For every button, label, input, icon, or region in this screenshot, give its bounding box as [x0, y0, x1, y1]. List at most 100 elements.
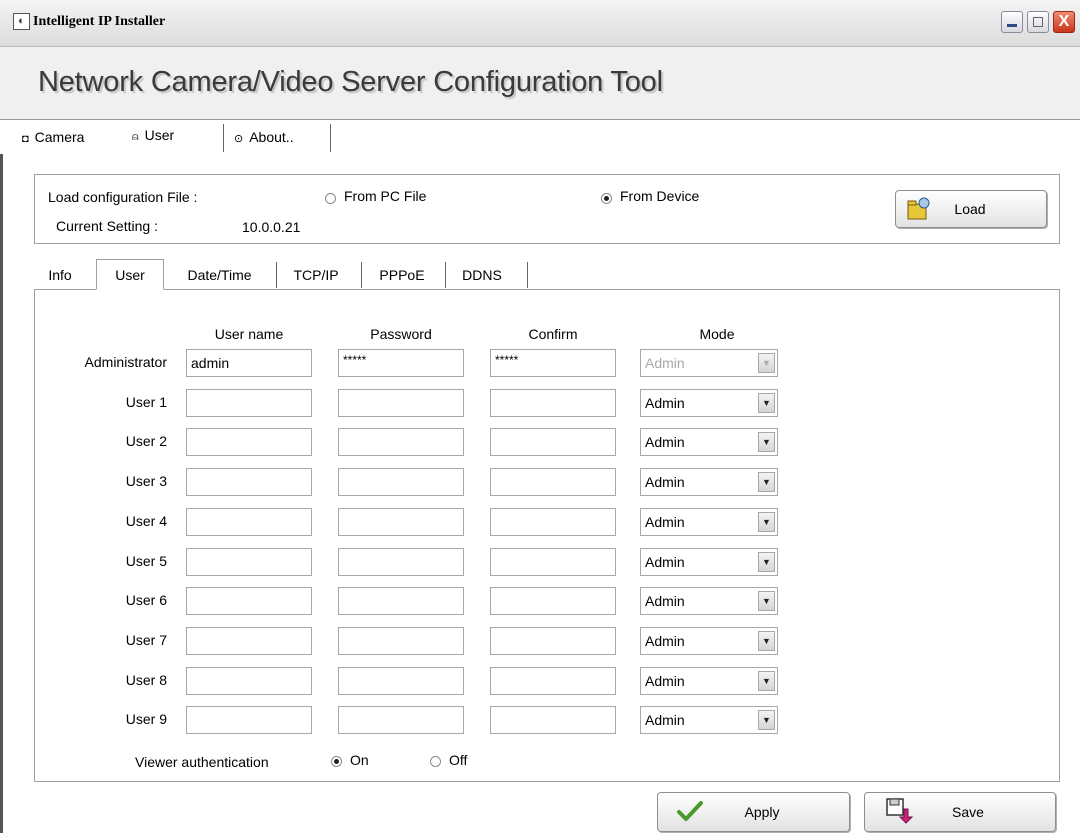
- col-header-confirm: Confirm: [528, 326, 578, 342]
- chevron-down-icon[interactable]: ▼: [758, 671, 775, 691]
- close-button[interactable]: X: [1053, 11, 1075, 33]
- viewer-auth-on-radio[interactable]: [331, 756, 342, 767]
- subtab-tcpip[interactable]: TCP/IP: [280, 260, 352, 290]
- username-field[interactable]: [186, 508, 312, 536]
- viewer-auth-on-label: On: [350, 752, 369, 768]
- confirm-field[interactable]: [490, 667, 616, 695]
- chevron-down-icon[interactable]: ▼: [758, 512, 775, 532]
- confirm-field[interactable]: [490, 627, 616, 655]
- mode-select-value: Admin: [645, 474, 685, 490]
- username-field[interactable]: [186, 627, 312, 655]
- mode-select[interactable]: Admin ▼: [640, 587, 778, 615]
- password-field[interactable]: [338, 548, 464, 576]
- camera-icon: ◘: [22, 133, 29, 145]
- user-row-label: User 3: [125, 473, 167, 489]
- user-row-label: User 4: [125, 513, 167, 529]
- viewer-auth-off-label: Off: [449, 752, 468, 768]
- apply-button-label: Apply: [744, 804, 780, 820]
- from-pc-label: From PC File: [344, 188, 427, 204]
- confirm-field[interactable]: [490, 706, 616, 734]
- app-icon: ◐: [13, 13, 30, 30]
- password-field[interactable]: *****: [338, 349, 464, 377]
- from-pc-radio[interactable]: [325, 193, 336, 204]
- confirm-field[interactable]: [490, 468, 616, 496]
- confirm-field[interactable]: [490, 548, 616, 576]
- username-field[interactable]: [186, 428, 312, 456]
- username-field[interactable]: admin: [186, 349, 312, 377]
- chevron-down-icon[interactable]: ▼: [758, 591, 775, 611]
- username-field[interactable]: [186, 667, 312, 695]
- mode-select[interactable]: Admin ▼: [640, 627, 778, 655]
- user-row-label: User 6: [125, 592, 167, 608]
- mode-select[interactable]: Admin ▼: [640, 389, 778, 417]
- password-field[interactable]: [338, 428, 464, 456]
- chevron-down-icon[interactable]: ▼: [758, 432, 775, 452]
- username-field[interactable]: [186, 389, 312, 417]
- confirm-field[interactable]: [490, 389, 616, 417]
- chevron-down-icon[interactable]: ▼: [758, 631, 775, 651]
- page-title: Network Camera/Video Server Configuratio…: [38, 66, 663, 98]
- tab-separator: [223, 124, 224, 152]
- confirm-field[interactable]: [490, 428, 616, 456]
- window-left-edge: [0, 120, 3, 833]
- mode-select[interactable]: Admin ▼: [640, 508, 778, 536]
- tab-user[interactable]: ⍝ User: [132, 120, 174, 150]
- user-icon: ⍝: [132, 131, 139, 143]
- tab-separator: [330, 124, 331, 152]
- password-field[interactable]: [338, 627, 464, 655]
- password-field[interactable]: [338, 468, 464, 496]
- subtab-ddns[interactable]: DDNS: [448, 260, 516, 290]
- mode-select[interactable]: Admin ▼: [640, 428, 778, 456]
- mode-select[interactable]: Admin ▼: [640, 667, 778, 695]
- subtab-separator: [445, 262, 446, 288]
- subtab-separator: [276, 262, 277, 288]
- mode-select-value: Admin: [645, 395, 685, 411]
- subtab-pppoe[interactable]: PPPoE: [364, 260, 440, 290]
- mode-select-value: Admin: [645, 514, 685, 530]
- password-field[interactable]: [338, 508, 464, 536]
- current-setting-label: Current Setting :: [56, 218, 158, 234]
- load-button[interactable]: Load: [895, 190, 1047, 228]
- from-device-radio[interactable]: [601, 193, 612, 204]
- current-setting-value: 10.0.0.21: [242, 219, 301, 235]
- username-field[interactable]: [186, 587, 312, 615]
- chevron-down-icon[interactable]: ▼: [758, 710, 775, 730]
- confirm-field[interactable]: [490, 587, 616, 615]
- chevron-down-icon[interactable]: ▼: [758, 393, 775, 413]
- username-field[interactable]: [186, 468, 312, 496]
- maximize-button[interactable]: [1027, 11, 1049, 33]
- confirm-field[interactable]: [490, 508, 616, 536]
- mode-select-value: Admin: [645, 593, 685, 609]
- viewer-auth-label: Viewer authentication: [135, 754, 269, 770]
- mode-select[interactable]: Admin ▼: [640, 706, 778, 734]
- subtab-datetime[interactable]: Date/Time: [168, 260, 271, 290]
- username-field[interactable]: [186, 548, 312, 576]
- chevron-down-icon[interactable]: ▼: [758, 353, 775, 373]
- checkmark-icon: [677, 801, 703, 821]
- chevron-down-icon[interactable]: ▼: [758, 472, 775, 492]
- chevron-down-icon[interactable]: ▼: [758, 552, 775, 572]
- mode-select-value: Admin: [645, 673, 685, 689]
- confirm-field[interactable]: *****: [490, 349, 616, 377]
- minimize-button[interactable]: [1001, 11, 1023, 33]
- mode-select[interactable]: Admin ▼: [640, 468, 778, 496]
- viewer-auth-off-radio[interactable]: [430, 756, 441, 767]
- apply-button[interactable]: Apply: [657, 792, 850, 832]
- subtab-info[interactable]: Info: [38, 260, 82, 290]
- mode-select-value: Admin: [645, 554, 685, 570]
- password-field[interactable]: [338, 667, 464, 695]
- password-field[interactable]: [338, 706, 464, 734]
- subtab-user[interactable]: User: [96, 259, 164, 290]
- load-button-label: Load: [954, 201, 986, 217]
- username-field[interactable]: [186, 706, 312, 734]
- mode-select[interactable]: Admin ▼: [640, 548, 778, 576]
- mode-select-value: Admin: [645, 434, 685, 450]
- tab-about[interactable]: ⊙ About..: [234, 122, 294, 152]
- save-button[interactable]: Save: [864, 792, 1056, 832]
- mode-select[interactable]: Admin ▼: [640, 349, 778, 377]
- tab-camera[interactable]: ◘ Camera: [22, 122, 84, 152]
- password-field[interactable]: [338, 389, 464, 417]
- mode-select-value: Admin: [645, 633, 685, 649]
- password-field[interactable]: [338, 587, 464, 615]
- tab-about-label: About..: [249, 129, 294, 145]
